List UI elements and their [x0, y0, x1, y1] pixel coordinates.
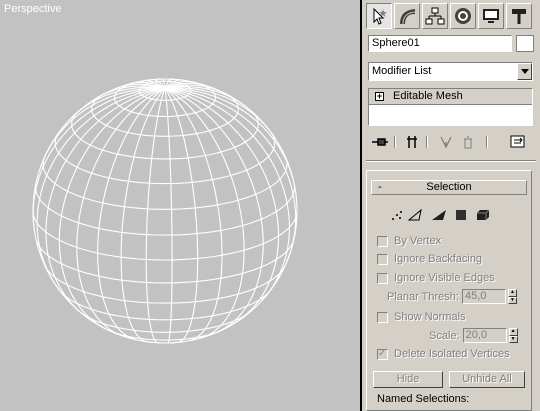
spinner-arrows[interactable]: ▲ ▼: [508, 328, 518, 343]
toolbar-separator: [486, 136, 488, 148]
monitor-icon: [483, 9, 499, 23]
by-vertex-label: By Vertex: [394, 235, 442, 247]
polygon-level-icon[interactable]: [453, 207, 469, 223]
delete-isolated-label: Delete Isolated Vertices: [394, 348, 510, 360]
spinner-up-icon[interactable]: ▲: [507, 289, 517, 297]
planar-thresh-input[interactable]: 45,0: [461, 289, 506, 304]
scale-spinner: Scale: 20,0 ▲ ▼: [429, 328, 518, 343]
remove-modifier-icon[interactable]: [458, 133, 478, 151]
element-level-icon[interactable]: [475, 207, 491, 223]
checkmark-icon: ✓: [378, 347, 387, 359]
longitude-line: [39, 87, 166, 169]
scale-label: Scale:: [429, 329, 460, 342]
toolbar-separator: [426, 136, 428, 148]
longitude-line: [145, 88, 166, 344]
hierarchy-icon: [425, 7, 445, 25]
unhide-all-button[interactable]: Unhide All: [449, 371, 525, 388]
hide-button[interactable]: Hide: [373, 371, 443, 388]
latitude-line: [54, 131, 276, 185]
scale-input[interactable]: 20,0: [462, 328, 507, 343]
unhide-all-label: Unhide All: [462, 373, 512, 385]
longitude-line: [164, 87, 291, 302]
longitude-line: [32, 87, 166, 232]
stack-toolbar: [370, 133, 530, 151]
perspective-viewport[interactable]: Perspective: [0, 0, 360, 411]
face-level-icon[interactable]: [431, 207, 447, 223]
checkbox-box[interactable]: [377, 311, 388, 323]
stack-item-editable-mesh[interactable]: + Editable Mesh: [369, 89, 532, 105]
command-panel-tabs: [366, 3, 532, 29]
longitude-line: [120, 88, 166, 343]
pin-stack-icon[interactable]: [370, 133, 390, 151]
spinner-up-icon[interactable]: ▲: [508, 328, 518, 336]
motion-wheel-icon: [455, 8, 471, 24]
selection-rollout-header[interactable]: - Selection: [371, 180, 527, 195]
toolbar-separator: [394, 136, 396, 148]
spinner-arrows[interactable]: ▲ ▼: [507, 289, 517, 304]
hammer-icon: [512, 9, 526, 24]
modifier-list-dropdown[interactable]: Modifier List: [368, 62, 533, 81]
latitude-line: [35, 238, 295, 284]
hide-label: Hide: [396, 373, 420, 385]
expand-plus-icon[interactable]: +: [375, 92, 384, 101]
object-name-field[interactable]: Sphere01: [368, 35, 512, 52]
pointer-star-icon: [373, 7, 387, 25]
checkbox-box[interactable]: [377, 272, 388, 284]
tab-create[interactable]: [366, 3, 392, 29]
tab-hierarchy[interactable]: [422, 3, 448, 29]
spinner-down-icon[interactable]: ▼: [507, 296, 517, 304]
checkbox-box[interactable]: [377, 235, 388, 247]
ignore-visible-edges-checkbox[interactable]: Ignore Visible Edges: [377, 271, 495, 285]
checkbox-box[interactable]: [377, 253, 388, 265]
make-unique-icon[interactable]: [436, 133, 456, 151]
object-color-swatch[interactable]: [516, 35, 534, 52]
show-normals-checkbox[interactable]: Show Normals: [377, 310, 466, 324]
longitude-line: [164, 88, 173, 344]
tab-modify[interactable]: [394, 3, 420, 29]
show-end-result-icon[interactable]: [402, 133, 422, 151]
stack-item-label: Editable Mesh: [393, 90, 463, 102]
bend-icon: [400, 9, 416, 25]
tab-motion[interactable]: [450, 3, 476, 29]
selection-rollout: - Selection By Vertex Ignore Backfacing …: [366, 170, 532, 411]
show-normals-label: Show Normals: [394, 311, 466, 323]
rollout-title: Selection: [426, 181, 472, 193]
modifier-stack: + Editable Mesh: [368, 88, 533, 126]
longitude-line: [76, 87, 166, 337]
command-panel: Sphere01 Modifier List + Editable Mesh -…: [362, 0, 540, 411]
longitude-line: [164, 87, 264, 334]
named-selections-label: Named Selections:: [377, 393, 470, 405]
edge-level-icon[interactable]: [407, 207, 423, 223]
delete-isolated-vertices-checkbox[interactable]: ✓ Delete Isolated Vertices: [377, 347, 510, 361]
planar-thresh-spinner: Planar Thresh: 45,0 ▲ ▼: [387, 289, 517, 304]
latitude-line: [71, 110, 259, 160]
tab-utilities[interactable]: [506, 3, 532, 29]
vertex-level-icon[interactable]: [389, 207, 405, 223]
configure-modifier-sets-icon[interactable]: [508, 133, 528, 151]
by-vertex-checkbox[interactable]: By Vertex: [377, 234, 441, 248]
chevron-down-icon[interactable]: [517, 63, 532, 80]
spinner-down-icon[interactable]: ▼: [508, 335, 518, 343]
ignore-backfacing-checkbox[interactable]: Ignore Backfacing: [377, 252, 482, 266]
planar-thresh-label: Planar Thresh:: [387, 290, 459, 303]
latitude-line: [42, 155, 288, 210]
tab-display[interactable]: [478, 3, 504, 29]
checkbox-box[interactable]: ✓: [377, 347, 388, 360]
panel-divider: [366, 160, 536, 162]
modifier-list-label: Modifier List: [372, 65, 432, 77]
ignore-backfacing-label: Ignore Backfacing: [394, 253, 483, 265]
ignore-visible-edges-label: Ignore Visible Edges: [394, 272, 495, 284]
sphere-wireframe: [32, 78, 298, 344]
longitude-line: [164, 87, 280, 325]
